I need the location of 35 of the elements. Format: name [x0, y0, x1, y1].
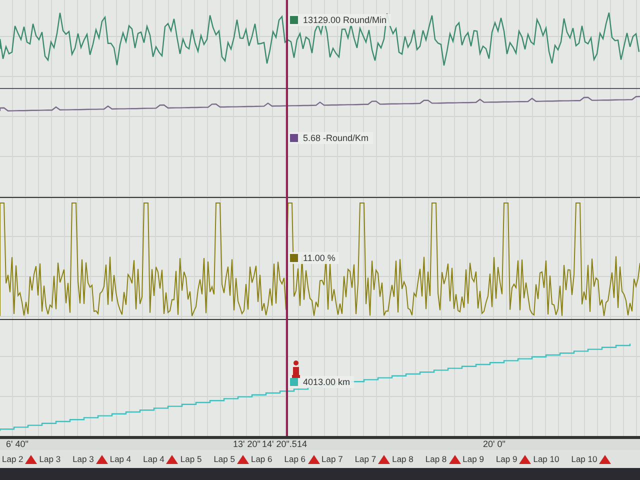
- lap-marker-icon[interactable]: [25, 454, 38, 464]
- time-label: 20' 0": [483, 439, 506, 449]
- lap-label: Lap 6: [250, 454, 274, 464]
- time-label: 14' 20".514: [262, 439, 307, 449]
- time-label: 13' 20": [233, 439, 260, 449]
- cursor-value: 4013.00 km: [303, 377, 350, 387]
- cursor-value: 13129.00 Round/Min: [303, 15, 387, 25]
- lap-marker-icon[interactable]: [448, 454, 461, 464]
- lap-label: Lap 7: [320, 454, 344, 464]
- lap-label: Lap 4: [142, 454, 166, 464]
- lap-label: Lap 9: [462, 454, 485, 464]
- lap-label: Lap 5: [212, 454, 236, 464]
- lap-label: Lap 3: [38, 454, 62, 464]
- cursor-value: 5.68 -Round/Km: [303, 133, 369, 143]
- lap-label: Lap 2: [1, 454, 24, 464]
- lap-marker-icon[interactable]: [166, 454, 178, 464]
- lap-label: Lap 8: [424, 454, 448, 464]
- lap-label: Lap 10: [532, 454, 560, 464]
- cursor-value: 11.00 %: [303, 253, 336, 263]
- lap-label: Lap 4: [108, 454, 132, 464]
- lap-marker-icon[interactable]: [519, 454, 532, 464]
- lap-label: Lap 9: [494, 454, 518, 464]
- lap-marker-icon[interactable]: [378, 454, 390, 464]
- time-label: 6' 40": [6, 439, 28, 449]
- lap-label: Lap 8: [391, 454, 414, 464]
- lap-label: Lap 10: [570, 454, 598, 464]
- lap-label: Lap 6: [283, 454, 307, 464]
- lap-label: Lap 5: [179, 454, 203, 464]
- lap-marker-icon[interactable]: [96, 454, 108, 464]
- lap-label: Lap 3: [72, 454, 95, 464]
- lap-marker-icon[interactable]: [599, 454, 612, 464]
- lap-label: Lap 7: [354, 454, 378, 464]
- lap-marker-icon[interactable]: [308, 454, 320, 464]
- lap-marker-icon[interactable]: [236, 454, 249, 464]
- rider-icon: [290, 360, 300, 380]
